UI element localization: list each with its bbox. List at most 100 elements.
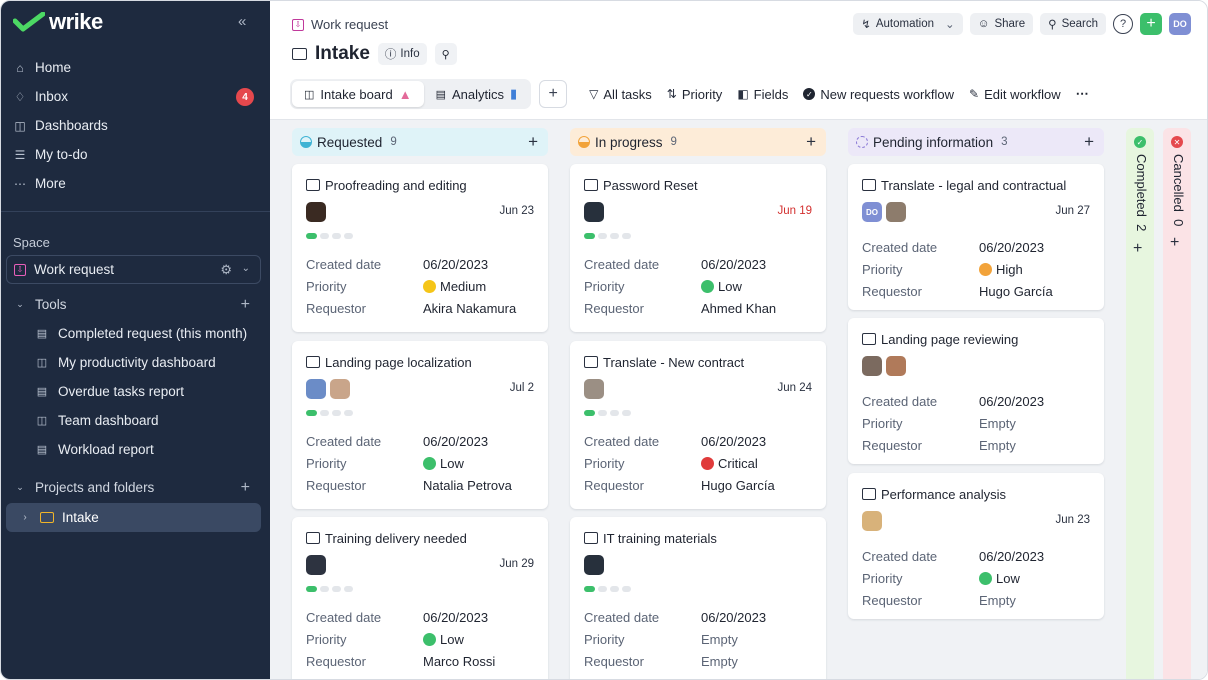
priority-dot-icon — [701, 279, 714, 293]
todo-icon: ☰ — [14, 147, 26, 162]
tool-item[interactable]: ◫ Team dashboard — [1, 406, 270, 435]
nav-my-todo[interactable]: ☰ My to-do — [1, 140, 270, 169]
assignee-avatar[interactable] — [886, 202, 906, 222]
priority-value[interactable]: Medium — [423, 279, 486, 294]
wrike-logo[interactable]: wrike — [13, 9, 103, 34]
gear-icon[interactable]: ⚙ — [220, 262, 232, 278]
edit-workflow-button[interactable]: ✎ Edit workflow — [969, 87, 1061, 102]
nav-dashboards[interactable]: ◫ Dashboards — [1, 111, 270, 140]
task-card[interactable]: Landing page reviewing Created date 06/20/… — [848, 318, 1104, 464]
tool-item[interactable]: ▤ Workload report — [1, 435, 270, 464]
info-button[interactable]: ⓘ Info — [377, 43, 427, 65]
chevron-down-icon: ⌄ — [16, 299, 24, 309]
chevron-down-icon[interactable]: ⌄ — [945, 17, 955, 31]
space-name: Work request — [34, 262, 115, 277]
tool-item[interactable]: ▤ Completed request (this month) — [1, 319, 270, 348]
add-new-button[interactable]: + — [1140, 13, 1162, 35]
dashboard-icon: ◫ — [36, 357, 48, 369]
add-card-icon[interactable]: + — [1084, 132, 1094, 152]
due-date[interactable]: Jun 27 — [1055, 205, 1090, 217]
chevron-down-icon[interactable]: ⌄ — [242, 263, 250, 274]
more-options-icon[interactable]: ⋯ — [1076, 86, 1089, 102]
column-count: 0 — [1171, 219, 1186, 227]
priority-value[interactable]: Empty — [701, 632, 738, 647]
workflow-selector[interactable]: ✓ New requests workflow — [803, 87, 954, 102]
task-card[interactable]: Translate - New contract Jun 24 Created da… — [570, 341, 826, 509]
card-title-row: Password Reset — [584, 177, 812, 193]
assignee-avatar[interactable] — [306, 555, 326, 575]
task-card[interactable]: Training delivery needed Jun 29 Created da… — [292, 517, 548, 679]
collapsed-column[interactable]: ✕ Cancelled 0 + — [1163, 128, 1191, 679]
assignee-avatar[interactable] — [584, 379, 604, 399]
priority-value[interactable]: Critical — [701, 456, 758, 471]
task-card[interactable]: Translate - legal and contractual DO Jun 2… — [848, 164, 1104, 310]
assignee-avatar[interactable] — [862, 511, 882, 531]
task-card[interactable]: Performance analysis Jun 23 Created date 06… — [848, 473, 1104, 619]
due-date[interactable]: Jul 2 — [510, 382, 534, 394]
due-date[interactable]: Jun 23 — [499, 205, 534, 217]
due-date[interactable]: Jun 19 — [777, 205, 812, 217]
task-card[interactable]: Proofreading and editing Jun 23 Created da… — [292, 164, 548, 332]
add-project-icon[interactable]: + — [241, 479, 250, 497]
task-card[interactable]: IT training materials Created date 06/20/2… — [570, 517, 826, 679]
add-tool-icon[interactable]: + — [241, 296, 250, 314]
filter-all-tasks[interactable]: ▽ All tasks — [589, 87, 652, 102]
sort-priority[interactable]: ⇅ Priority — [667, 87, 723, 102]
assignee-avatar[interactable] — [330, 379, 350, 399]
user-avatar[interactable]: DO — [1169, 13, 1191, 35]
column-header[interactable]: In progress 9 + — [570, 128, 826, 156]
tool-item[interactable]: ◫ My productivity dashboard — [1, 348, 270, 377]
progress-dots — [584, 233, 812, 239]
tool-item[interactable]: ▤ Overdue tasks report — [1, 377, 270, 406]
automation-button[interactable]: ↯ Automation ⌄ — [853, 13, 963, 35]
tools-section-header[interactable]: ⌄ Tools + — [1, 290, 270, 319]
add-card-icon[interactable]: + — [1170, 234, 1179, 252]
add-card-icon[interactable]: + — [806, 132, 816, 152]
add-card-icon[interactable]: + — [1133, 240, 1142, 258]
search-button[interactable]: ⚲ Search — [1040, 13, 1106, 35]
due-date[interactable]: Jun 29 — [499, 558, 534, 570]
collapsed-column[interactable]: ✓ Completed 2 + — [1126, 128, 1154, 679]
projects-section-header[interactable]: ⌄ Projects and folders + — [1, 473, 270, 502]
pin-button[interactable]: ⚲ — [434, 43, 457, 65]
task-card[interactable]: Landing page localization Jul 2 Created da… — [292, 341, 548, 509]
fields-button[interactable]: ◧ Fields — [737, 87, 788, 102]
dashboard-icon: ◫ — [14, 118, 26, 133]
collapse-sidebar-icon[interactable]: « — [238, 13, 246, 30]
progress-dots — [584, 410, 812, 416]
assignee-avatar[interactable] — [584, 555, 604, 575]
priority-value[interactable]: Low — [979, 571, 1020, 586]
add-view-button[interactable]: + — [539, 80, 568, 108]
assignee-avatar[interactable] — [306, 202, 326, 222]
add-card-icon[interactable]: + — [528, 132, 538, 152]
share-button[interactable]: ☺ Share — [969, 13, 1034, 35]
space-selector[interactable]: ⇩ Work request ⚙ ⌄ — [6, 255, 261, 284]
assignee-avatar[interactable] — [862, 356, 882, 376]
tab-analytics[interactable]: ▤ Analytics ▮ — [424, 81, 530, 107]
assignee-avatar[interactable] — [306, 379, 326, 399]
help-icon[interactable]: ? — [1113, 14, 1133, 34]
chevron-right-icon[interactable]: › — [18, 511, 32, 525]
priority-value[interactable]: Low — [423, 632, 464, 647]
priority-value[interactable]: Low — [423, 456, 464, 471]
column-header[interactable]: Requested 9 + — [292, 128, 548, 156]
column-header[interactable]: Pending information 3 + — [848, 128, 1104, 156]
nav-more[interactable]: ⋯ More — [1, 169, 270, 198]
task-card[interactable]: Password Reset Jun 19 Created date 06/20/20… — [570, 164, 826, 332]
assignee-avatar[interactable]: DO — [862, 202, 882, 222]
priority-value[interactable]: Low — [701, 279, 742, 294]
due-date[interactable]: Jun 23 — [1055, 514, 1090, 526]
priority-value[interactable]: High — [979, 262, 1023, 277]
priority-value[interactable]: Empty — [979, 416, 1016, 431]
breadcrumb[interactable]: ⇩ Work request — [292, 17, 388, 32]
assignee-avatar[interactable] — [584, 202, 604, 222]
tab-intake-board[interactable]: ◫ Intake board ▲ — [292, 81, 424, 107]
nav-home[interactable]: ⌂ Home — [1, 53, 270, 82]
assignee-avatar[interactable] — [886, 356, 906, 376]
field-label: Priority — [862, 415, 903, 431]
collapsed-column-label: Completed 2 — [1134, 154, 1149, 231]
due-date[interactable]: Jun 24 — [777, 382, 812, 394]
report-icon: ▤ — [36, 386, 48, 398]
nav-inbox[interactable]: ♢ Inbox 4 — [1, 82, 270, 111]
sidebar-item-intake[interactable]: › Intake — [6, 503, 261, 532]
